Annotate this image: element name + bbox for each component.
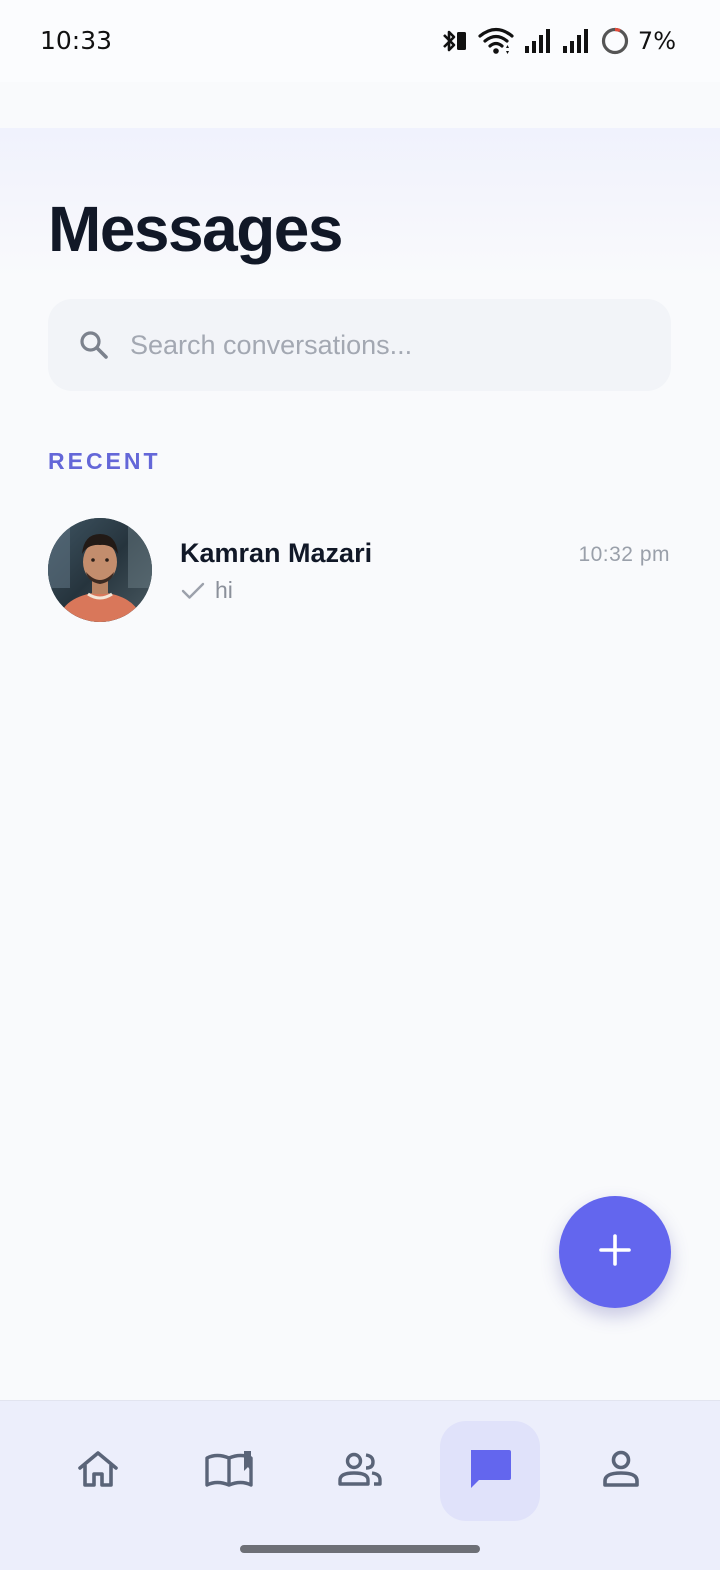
battery-percent: 7%	[637, 27, 676, 55]
bluetooth-icon	[440, 26, 468, 56]
nav-library[interactable]	[179, 1421, 279, 1521]
book-icon	[204, 1449, 254, 1494]
wifi-icon	[478, 26, 514, 56]
messages-screen: 10:33 7% Messages Search conversations..…	[0, 0, 720, 1570]
status-icons: 7%	[440, 24, 676, 58]
status-time: 10:33	[40, 26, 113, 55]
search-input[interactable]	[130, 299, 650, 391]
conversation-item[interactable]: Kamran Mazari 10:32 pm hi	[0, 505, 720, 635]
nav-home[interactable]	[48, 1421, 148, 1521]
home-icon	[76, 1449, 120, 1494]
chat-icon	[467, 1447, 513, 1496]
people-icon	[337, 1451, 383, 1492]
nav-messages[interactable]	[440, 1421, 540, 1521]
message-time: 10:32 pm	[578, 543, 670, 566]
status-bar: 10:33 7%	[0, 0, 720, 82]
nav-community[interactable]	[310, 1421, 410, 1521]
signal-icon	[562, 28, 590, 54]
search-icon	[78, 329, 110, 366]
last-message-preview: hi	[215, 577, 233, 603]
section-label-recent: RECENT	[48, 448, 161, 474]
battery-icon	[600, 26, 630, 56]
plus-icon	[598, 1233, 632, 1272]
person-icon	[601, 1449, 641, 1494]
page-title: Messages	[48, 193, 343, 265]
contact-name: Kamran Mazari	[180, 538, 373, 568]
new-conversation-button[interactable]	[559, 1196, 671, 1308]
signal-icon	[524, 28, 552, 54]
check-icon	[181, 581, 205, 606]
nav-profile[interactable]	[571, 1421, 671, 1521]
avatar[interactable]	[48, 518, 152, 622]
search-box[interactable]	[48, 299, 671, 391]
gesture-home-bar[interactable]	[240, 1545, 480, 1553]
